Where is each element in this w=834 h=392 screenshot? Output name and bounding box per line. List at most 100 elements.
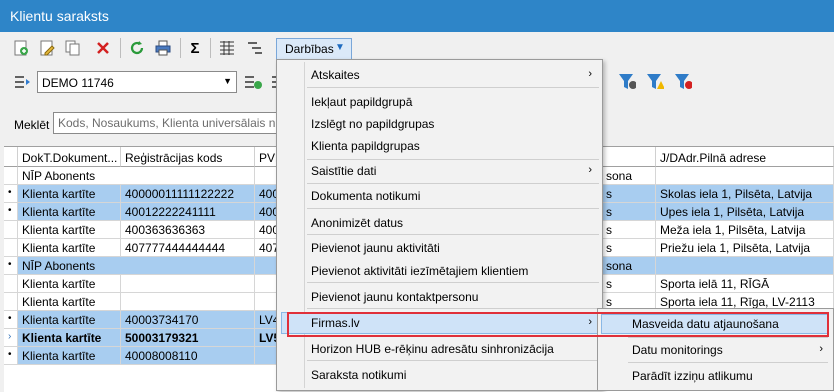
submenu-item-show-balance[interactable]: Parādīt izziņu atlikumu (632, 369, 753, 383)
column-header-regcode[interactable]: Reģistrācijas kods (121, 147, 255, 167)
row-indicator (4, 239, 18, 257)
cell-pvn: LV4 (255, 311, 277, 329)
menu-item-add-activity[interactable]: Pievienot jaunu aktivitāti (311, 241, 440, 255)
menu-separator (628, 362, 828, 363)
menu-separator (307, 234, 599, 235)
menu-separator (307, 282, 599, 283)
menu-item-exclude-group[interactable]: Izslēgt no papildgrupas (311, 117, 434, 131)
cell-extra: s (602, 185, 656, 203)
row-indicator: • (4, 185, 18, 203)
actions-dropdown-button[interactable]: Darbības ▼ (276, 38, 352, 60)
cell-extra: sona (602, 167, 656, 185)
menu-item-add-activity-marked[interactable]: Pievienot aktivitāti iezīmētajiem klient… (311, 264, 528, 278)
row-indicator-header (4, 147, 18, 167)
cell-address: Sporta ielā 11, RĪGĀ (656, 275, 834, 293)
copy-icon[interactable] (64, 39, 82, 57)
cell-doc: Klienta kartīte (18, 347, 121, 365)
cell-extra: s (602, 239, 656, 257)
row-indicator (4, 167, 18, 185)
menu-gutter (304, 62, 305, 388)
menu-item-anonymize[interactable]: Anonimizēt datus (311, 216, 403, 230)
add-filter-icon[interactable] (244, 73, 262, 91)
cell-regcode: 40012222241111 (121, 203, 255, 221)
menu-item-document-events[interactable]: Dokumenta notikumi (311, 189, 420, 203)
cell-doc: Klienta kartīte (18, 185, 121, 203)
row-indicator: • (4, 311, 18, 329)
cell-address: Upes iela 1, Pilsēta, Latvija (656, 203, 834, 221)
print-icon[interactable] (154, 39, 172, 57)
menu-separator (307, 183, 599, 184)
menu-item-hub-sync[interactable]: Horizon HUB e-rēķinu adresātu sinhronizā… (311, 342, 554, 356)
cell-doc: NĪP Abonents (18, 167, 255, 185)
cell-pvn (255, 275, 277, 293)
submenu-item-monitoring[interactable]: Datu monitorings (632, 343, 723, 357)
menu-separator (307, 159, 599, 160)
window-title: Klientu saraksts (10, 8, 109, 24)
menu-item-related-data[interactable]: Saistītie dati (311, 164, 376, 178)
cell-regcode: 407777444444444 (121, 239, 255, 257)
chevron-down-icon: ▼ (223, 76, 232, 86)
cell-extra: sona (602, 257, 656, 275)
database-select[interactable]: DEMO 11746 ▼ (37, 71, 237, 93)
submenu-arrow-icon: › (588, 164, 592, 176)
filter-list-icon[interactable] (14, 73, 32, 91)
menu-separator (307, 360, 599, 361)
cell-address (656, 167, 834, 185)
cell-doc: Klienta kartīte (18, 239, 121, 257)
column-header-doc[interactable]: DokT.Dokument... (18, 147, 121, 167)
search-label: Meklēt (14, 118, 50, 132)
menu-separator (307, 308, 599, 309)
column-header-address[interactable]: J/DAdr.Pilnā adrese (656, 147, 834, 167)
filter-warning-icon[interactable] (646, 73, 664, 91)
cell-address: Skolas iela 1, Pilsēta, Latvija (656, 185, 834, 203)
row-indicator: • (4, 257, 18, 275)
columns-icon[interactable] (218, 39, 236, 57)
sum-icon[interactable]: Σ (186, 39, 204, 57)
cell-regcode (121, 275, 255, 293)
toolbar-separator (120, 38, 121, 58)
cell-regcode (121, 293, 255, 311)
search-input[interactable]: Kods, Nosaukums, Klienta universālais nu… (53, 112, 283, 134)
menu-item-reports[interactable]: Atskaites (311, 68, 360, 82)
chevron-down-icon: ▼ (335, 42, 345, 53)
cell-pvn: 407 (255, 239, 277, 257)
menu-item-include-group[interactable]: Iekļaut papildgrupā (311, 95, 412, 109)
toolbar-separator (180, 38, 181, 58)
cell-doc: Klienta kartīte (18, 311, 121, 329)
cell-pvn: 400 (255, 203, 277, 221)
filter-remove-icon[interactable] (674, 73, 692, 91)
cell-address (656, 257, 834, 275)
cell-extra: s (602, 275, 656, 293)
column-header-pvn[interactable]: PVN (255, 147, 284, 167)
row-indicator: • (4, 203, 18, 221)
menu-separator (307, 87, 599, 88)
actions-menu: Atskaites › Iekļaut papildgrupā Izslēgt … (276, 59, 603, 391)
add-icon[interactable] (12, 39, 30, 57)
column-header-hidden (602, 147, 656, 167)
menu-item-client-groups[interactable]: Klienta papildgrupas (311, 139, 420, 153)
filter-user-icon[interactable] (618, 73, 636, 91)
window-titlebar: Klientu saraksts (0, 0, 834, 32)
cell-doc: Klienta kartīte (18, 293, 121, 311)
cell-pvn (255, 167, 277, 185)
menu-item-list-events[interactable]: Saraksta notikumi (311, 368, 406, 382)
submenu-arrow-icon: › (588, 68, 592, 80)
menu-item-add-contact[interactable]: Pievienot jaunu kontaktpersonu (311, 290, 478, 304)
cell-regcode: 400363636363 (121, 221, 255, 239)
menu-separator (307, 208, 599, 209)
cell-doc: Klienta kartīte (18, 221, 121, 239)
row-indicator (4, 275, 18, 293)
cell-extra: s (602, 203, 656, 221)
delete-icon[interactable] (94, 39, 112, 57)
tree-view-icon[interactable] (246, 39, 264, 57)
annotation-highlight-box (287, 312, 829, 337)
cell-regcode: 50003179321 (121, 329, 255, 347)
edit-icon[interactable] (38, 39, 56, 57)
refresh-icon[interactable] (128, 39, 146, 57)
cell-pvn: LV5 (255, 329, 277, 347)
cell-pvn: 400 (255, 221, 277, 239)
cell-address: Meža iela 1, Pilsēta, Latvija (656, 221, 834, 239)
cell-address: Priežu iela 1, Pilsēta, Latvija (656, 239, 834, 257)
row-indicator (4, 221, 18, 239)
cell-pvn: 400 (255, 185, 277, 203)
